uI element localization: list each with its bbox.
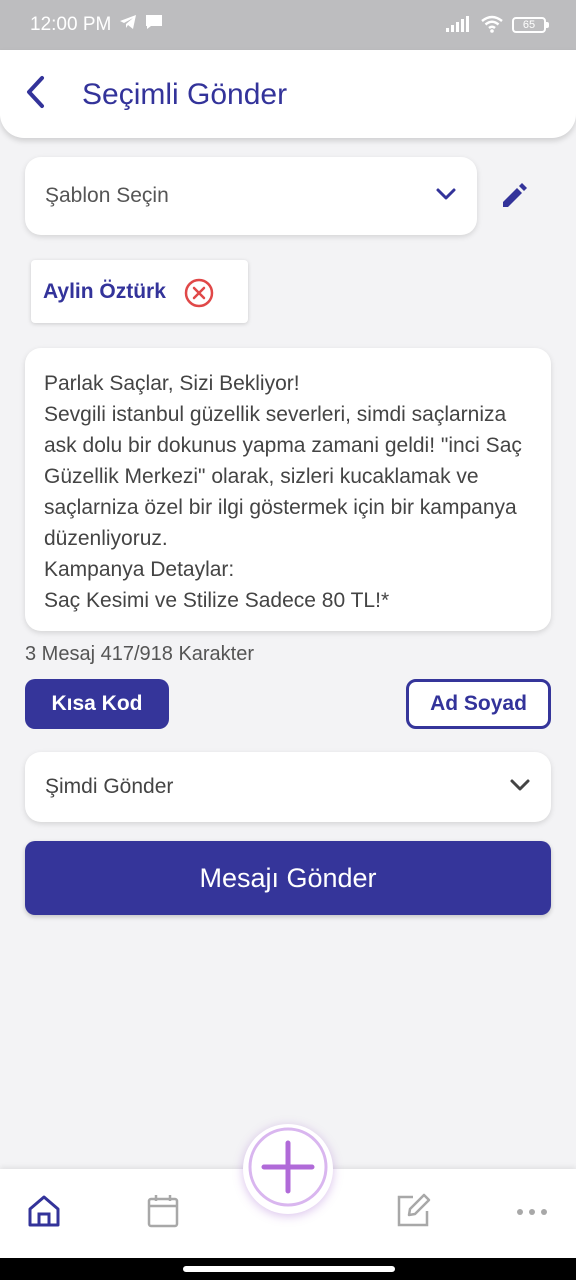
message-text: Parlak Saçlar, Sizi Bekliyor! Sevgili is… xyxy=(44,372,522,612)
page-title: Seçimli Gönder xyxy=(82,78,288,111)
more-icon xyxy=(516,1204,548,1222)
full-name-button[interactable]: Ad Soyad xyxy=(406,679,551,729)
schedule-select-label: Şimdi Gönder xyxy=(45,775,174,798)
edit-icon xyxy=(393,1191,433,1236)
send-message-button[interactable]: Mesajı Gönder xyxy=(25,841,551,915)
calendar-icon xyxy=(144,1192,182,1235)
pencil-icon xyxy=(499,181,529,216)
app-header: Seçimli Gönder xyxy=(0,50,576,138)
schedule-select[interactable]: Şimdi Gönder xyxy=(25,752,551,822)
signal-icon xyxy=(446,15,472,35)
add-button[interactable] xyxy=(243,1124,333,1214)
nav-more[interactable] xyxy=(510,1191,554,1235)
status-right: 65 xyxy=(446,15,549,36)
template-select-label: Şablon Seçin xyxy=(45,184,169,207)
status-left: 12:00 PM xyxy=(30,14,163,36)
wifi-icon xyxy=(480,15,504,36)
nav-home[interactable] xyxy=(22,1191,66,1235)
message-counter: 3 Mesaj 417/918 Karakter xyxy=(25,643,255,665)
back-button[interactable] xyxy=(18,74,52,114)
remove-recipient-button[interactable] xyxy=(183,277,215,309)
add-icon xyxy=(246,1125,330,1214)
status-bar: 12:00 PM 65 xyxy=(0,0,576,50)
nav-calendar[interactable] xyxy=(141,1191,185,1235)
recipient-name: Aylin Öztürk xyxy=(43,279,166,303)
message-textarea[interactable]: Parlak Saçlar, Sizi Bekliyor! Sevgili is… xyxy=(25,348,551,631)
home-icon xyxy=(25,1192,63,1235)
short-code-button[interactable]: Kısa Kod xyxy=(25,679,169,729)
chevron-left-icon xyxy=(24,75,46,114)
battery-icon: 65 xyxy=(512,17,549,33)
chevron-down-icon xyxy=(435,187,457,206)
nav-edit[interactable] xyxy=(391,1191,435,1235)
status-time: 12:00 PM xyxy=(30,14,112,35)
edit-template-button[interactable] xyxy=(496,180,532,216)
telegram-icon xyxy=(119,14,137,36)
close-circle-icon xyxy=(183,278,215,313)
chevron-down-icon xyxy=(509,778,531,797)
recipient-chip: Aylin Öztürk xyxy=(31,260,248,323)
gesture-bar xyxy=(0,1258,576,1280)
message-notification-icon xyxy=(145,14,163,36)
template-select[interactable]: Şablon Seçin xyxy=(25,157,477,235)
battery-level: 65 xyxy=(522,19,536,31)
home-indicator[interactable] xyxy=(183,1266,395,1272)
